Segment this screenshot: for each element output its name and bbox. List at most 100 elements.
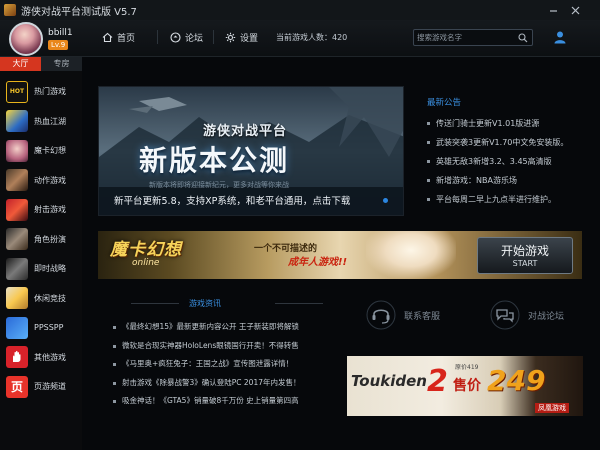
list-item[interactable]: 射击游戏《除暴战警3》确认登陆PC 2017年内发售！ [112,374,332,393]
level-badge: Lv.9 [48,40,69,50]
tab-private-room[interactable]: 专房 [41,57,82,71]
banner-caption[interactable]: 新平台更新5.8，支持XP系统，和老平台通用，点击下载 [98,192,404,209]
sidebar-item-hot-games[interactable]: HOT 热门游戏 [0,77,82,107]
sidebar-item-label: 热门游戏 [34,87,66,97]
sidebar-item-action[interactable]: 动作游戏 [0,166,82,196]
news-item[interactable]: 武装突袭3更新V1.70中文免安装版。 [426,133,596,152]
sidebar-item-other[interactable]: 其他游戏 [0,343,82,373]
sidebar-item-rpg[interactable]: 角色扮演 [0,225,82,255]
ad2-sale-label: 售价 [453,378,481,394]
sidebar-item-label: 即时战略 [34,264,66,274]
casual-thumb-icon [6,287,28,310]
other-thumb-icon [6,346,28,369]
sidebar-item-label: 页游频道 [34,382,66,392]
ad2-original-price: 原价419 [455,364,479,371]
home-icon [102,32,113,43]
list-item[interactable]: 吸金神话！《GTA5》销量破8千万份 史上销量第四高 [112,392,332,411]
ad-logo-sub: online [132,258,160,268]
divider-line [275,303,323,304]
rexue-thumb-icon [6,110,28,133]
nav-settings[interactable]: 设置 [225,31,258,44]
sidebar-item-label: 魔卡幻想 [34,146,66,156]
sidebar-item-ppsspp[interactable]: PPSSPP [0,313,82,343]
headset-icon [366,300,396,330]
gear-icon [225,32,236,43]
search-input[interactable] [417,31,513,44]
ad2-brand: Toukiden [351,372,427,390]
ad-logo: 魔卡幻想 [110,240,182,260]
list-item[interactable]: 《最终幻想15》最新更新内容公开 王子新装即将解锁 [112,318,332,337]
nav-forum-label: 论坛 [185,34,204,44]
banner-line2: 新版本公测 [139,144,290,177]
news-item[interactable]: 传送门骑士更新V1.01版进源 [426,114,596,133]
window-title: 游侠对战平台测试版 V5.7 [21,6,137,18]
minimize-icon[interactable] [544,0,562,20]
news-title: 最新公告 [427,98,462,108]
tab-lobby[interactable]: 大厅 [0,57,41,71]
username: bbill1 [48,28,73,38]
support-button[interactable]: 联系客服 [366,300,440,330]
banner-line1: 游侠对战平台 [203,124,288,139]
sidebar-item-casual[interactable]: 休闲竞技 [0,284,82,314]
search-icon[interactable] [518,33,528,43]
search-box [413,29,533,46]
divider-line [131,303,179,304]
user-icon[interactable] [553,30,567,44]
ppsspp-thumb-icon [6,316,28,339]
rpg-thumb-icon [6,228,28,251]
forum-button[interactable]: 对战论坛 [490,300,564,330]
nav-forum[interactable]: 论坛 [170,31,203,44]
sidebar-item-shooter[interactable]: 射击游戏 [0,195,82,225]
app-logo-icon [4,4,16,16]
list-item[interactable]: 《马里奥+疯狂兔子：王国之战》宣传图泄露详情！ [112,355,332,374]
banner-caption-text: 新平台更新5.8，支持XP系统，和老平台通用，点击下载 [114,196,351,207]
ad2-price: 249 [487,364,546,397]
sidebar-item-label: 其他游戏 [34,352,66,362]
forum-label: 对战论坛 [528,311,565,322]
ad2-publisher: 凤凰游戏 [535,403,569,413]
start-game-sub: START [512,259,538,268]
news-item[interactable]: 新增游戏：NBA游乐场 [426,171,596,190]
sidebar-item-moka[interactable]: 魔卡幻想 [0,136,82,166]
sidebar-item-rts[interactable]: 即时战略 [0,254,82,284]
sidebar-item-label: PPSSPP [34,323,64,333]
nav-divider [157,30,158,44]
sidebar-item-label: 休闲竞技 [34,293,66,303]
ad-tagline-2: 成年人游戏!! [288,257,348,268]
support-label: 联系客服 [404,311,441,322]
game-news-list: 《最终幻想15》最新更新内容公开 王子新装即将解锁 微软是合现实神器HoloLe… [112,318,332,411]
list-item[interactable]: 微软是合现实神器HoloLens眼镜国行开卖！不得转售 [112,337,332,356]
start-game-label: 开始游戏 [500,244,549,258]
nav-divider [213,30,214,44]
shooter-thumb-icon [6,198,28,221]
start-game-button[interactable]: 开始游戏 START [477,237,573,274]
ad-banner-toukiden[interactable]: Toukiden 2 原价419 售价 249 凤凰游戏 [347,356,583,416]
avatar[interactable] [9,22,43,56]
carousel-dot-icon[interactable] [383,198,388,203]
close-icon[interactable] [566,0,584,20]
sidebar-item-label: 动作游戏 [34,175,66,185]
news-list: 传送门骑士更新V1.01版进源 武装突袭3更新V1.70中文免安装版。 英雄无敌… [426,114,596,209]
nav-home[interactable]: 首页 [102,31,135,44]
banner-line3: 新版本将即将迎接新纪元，更多对战等你来战 [149,181,289,189]
sidebar: 大厅 专房 HOT 热门游戏 热血江湖 魔卡幻想 动作游戏 射击游戏 角色扮演 [0,57,82,450]
sidebar-item-webgames[interactable]: 页 页游频道 [0,372,82,402]
news-item[interactable]: 英雄无敌3新增3.2、3.45高清版 [426,152,596,171]
hot-games-thumb-icon: HOT [6,80,28,103]
nav-home-label: 首页 [117,34,136,44]
sidebar-item-label: 角色扮演 [34,234,66,244]
title-bar: 游侠对战平台测试版 V5.7 [0,0,600,20]
news-item[interactable]: 平台每周二早上九点半进行维护。 [426,190,596,209]
moka-thumb-icon [6,139,28,162]
sidebar-item-rexue[interactable]: 热血江湖 [0,107,82,137]
chat-bubbles-icon [490,300,520,330]
ad-character-image [366,231,456,279]
game-news-title: 游戏资讯 [189,299,221,308]
nav-settings-label: 设置 [240,34,259,44]
sidebar-list: HOT 热门游戏 热血江湖 魔卡幻想 动作游戏 射击游戏 角色扮演 即时战略 休… [0,77,82,402]
sidebar-tabs: 大厅 专房 [0,57,82,71]
sidebar-item-label: 射击游戏 [34,205,66,215]
webgames-thumb-icon: 页 [6,375,28,398]
online-count: 当前游戏人数：420 [276,33,348,42]
action-thumb-icon [6,169,28,192]
